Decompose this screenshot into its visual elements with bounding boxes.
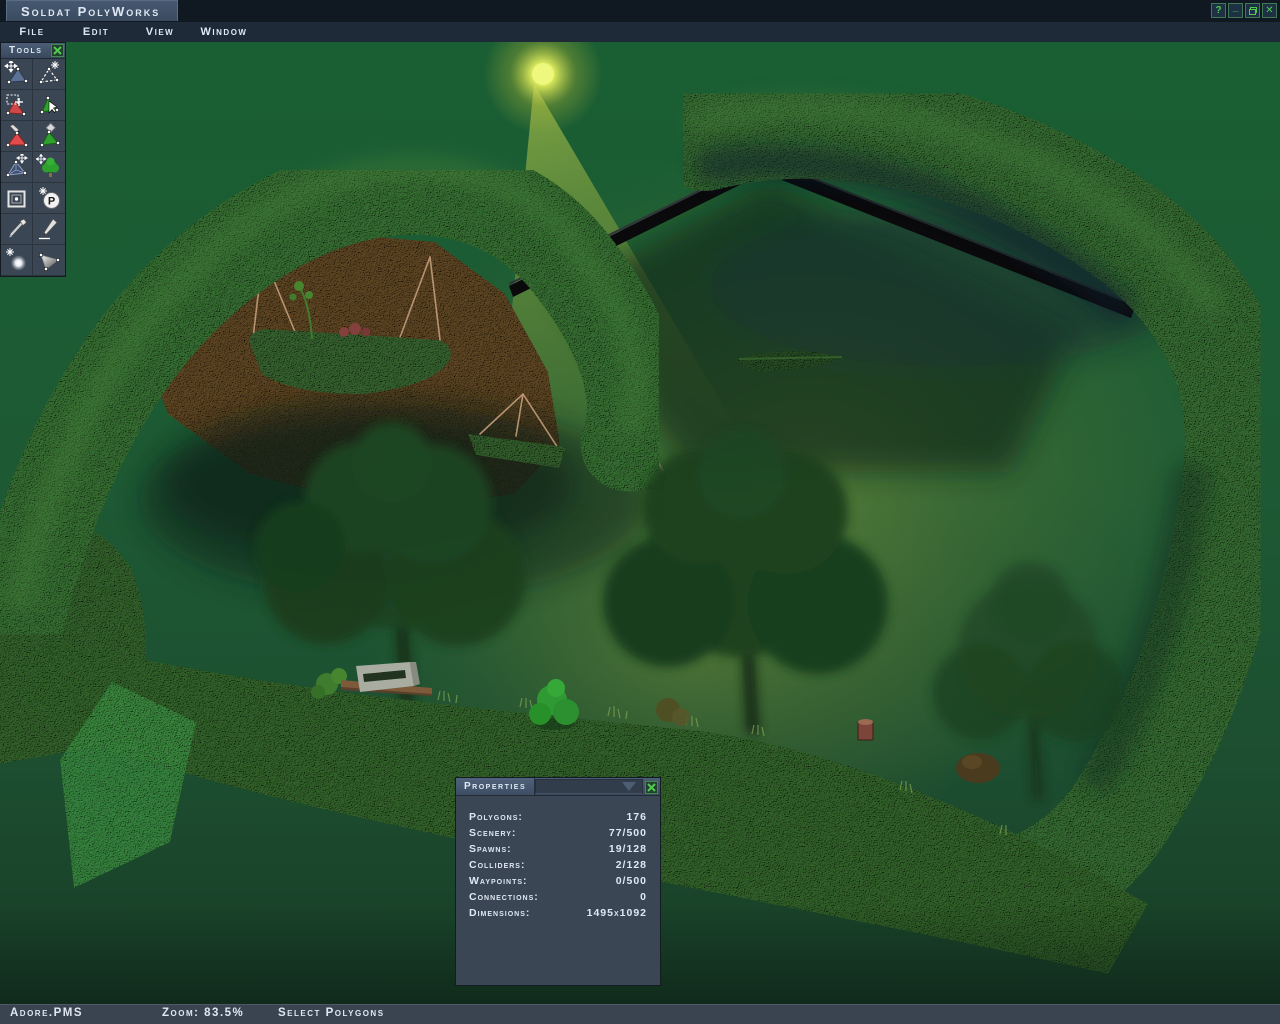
light-tool-button[interactable] xyxy=(1,245,33,276)
tools-close-button[interactable] xyxy=(51,44,64,57)
help-button[interactable]: ? xyxy=(1211,3,1226,18)
move-tool-icon xyxy=(36,92,62,118)
property-value: 0/500 xyxy=(616,873,647,889)
property-label: Scenery: xyxy=(469,825,516,841)
properties-body: Polygons: 176 Scenery: 77/500 Spawns: 19… xyxy=(456,796,660,921)
close-icon xyxy=(647,783,656,792)
transform-tool-button[interactable] xyxy=(1,59,33,90)
barrel xyxy=(858,719,873,740)
plant xyxy=(311,685,325,699)
texture-polygon-tool-button[interactable] xyxy=(33,121,65,152)
svg-text:P: P xyxy=(48,196,55,208)
properties-titlebar[interactable]: Properties xyxy=(456,778,660,796)
tools-palette-title: Tools xyxy=(1,43,50,58)
menu-file[interactable]: File xyxy=(0,22,64,42)
polyworks-window: Soldat PolyWorks ? _ ✕ File Edit View Wi… xyxy=(0,0,1280,1024)
rollup-icon[interactable] xyxy=(622,782,636,791)
transform-tool-icon xyxy=(4,61,30,87)
create-polygon-tool-icon xyxy=(4,123,30,149)
properties-title-strip xyxy=(535,779,643,794)
move-tool-button[interactable] xyxy=(33,90,65,121)
property-label: Spawns: xyxy=(469,841,512,857)
property-label: Connections: xyxy=(469,889,539,905)
pencil-tool-button[interactable] xyxy=(33,214,65,245)
map-canvas[interactable]: Tools xyxy=(0,42,1280,1004)
depth-map-tool-button[interactable] xyxy=(1,152,33,183)
window-controls: ? _ ✕ xyxy=(1211,3,1277,18)
texture-polygon-tool-icon xyxy=(36,123,62,149)
menu-view[interactable]: View xyxy=(128,22,192,42)
minimize-button[interactable]: _ xyxy=(1228,3,1243,18)
restore-button[interactable] xyxy=(1245,3,1260,18)
restore-icon xyxy=(1249,7,1257,15)
tools-grid: P xyxy=(1,59,65,276)
scenery-tool-button[interactable] xyxy=(33,152,65,183)
select-vertices-tool-icon xyxy=(36,61,62,87)
help-icon: ? xyxy=(1215,5,1221,17)
property-value: 0 xyxy=(640,889,647,905)
collider-tool-icon xyxy=(4,185,30,211)
property-label: Polygons: xyxy=(469,809,523,825)
create-polygon-tool-button[interactable] xyxy=(1,121,33,152)
minimize-icon: _ xyxy=(1233,2,1239,14)
tools-palette: Tools xyxy=(0,42,66,277)
scenery-tool-icon xyxy=(36,154,62,180)
select-vertices-tool-button[interactable] xyxy=(33,59,65,90)
window-titlebar: Soldat PolyWorks ? _ ✕ xyxy=(0,0,1280,22)
property-label: Dimensions: xyxy=(469,905,530,921)
status-bar: Adore.PMS Zoom: 83.5% Select Polygons xyxy=(0,1004,1280,1024)
spawn-point-tool-button[interactable]: P xyxy=(33,183,65,214)
status-tool-mode: Select Polygons xyxy=(278,1007,385,1019)
status-zoom-level: Zoom: 83.5% xyxy=(162,1007,244,1019)
property-value: 77/500 xyxy=(609,825,647,841)
window-title: Soldat PolyWorks xyxy=(6,0,178,21)
property-label: Colliders: xyxy=(469,857,525,873)
property-value: 176 xyxy=(626,809,647,825)
close-button[interactable]: ✕ xyxy=(1262,3,1277,18)
menu-edit[interactable]: Edit xyxy=(64,22,128,42)
property-row-waypoints: Waypoints: 0/500 xyxy=(456,873,660,889)
depth-map-tool-icon xyxy=(4,154,30,180)
property-row-polygons: Polygons: 176 xyxy=(456,809,660,825)
menu-window[interactable]: Window xyxy=(192,22,256,42)
property-row-connections: Connections: 0 xyxy=(456,889,660,905)
tools-palette-titlebar[interactable]: Tools xyxy=(1,43,65,59)
property-value: 2/128 xyxy=(616,857,647,873)
color-picker-tool-button[interactable] xyxy=(1,214,33,245)
bush-brown xyxy=(672,708,690,726)
light-tool-icon xyxy=(4,247,30,273)
pencil-tool-icon xyxy=(36,216,62,242)
properties-close-button[interactable] xyxy=(645,781,658,794)
status-file-name: Adore.PMS xyxy=(10,1007,83,1019)
menu-bar: File Edit View Window xyxy=(0,22,1280,42)
properties-title: Properties xyxy=(456,778,535,795)
color-picker-tool-icon xyxy=(4,216,30,242)
property-row-dimensions: Dimensions: 1495x1092 xyxy=(456,905,660,921)
shade-tool-icon xyxy=(36,247,62,273)
property-label: Waypoints: xyxy=(469,873,528,889)
property-row-spawns: Spawns: 19/128 xyxy=(456,841,660,857)
close-icon xyxy=(53,46,62,55)
property-value: 19/128 xyxy=(609,841,647,857)
property-row-scenery: Scenery: 77/500 xyxy=(456,825,660,841)
rock xyxy=(962,755,982,769)
selection-tool-button[interactable] xyxy=(1,90,33,121)
close-icon: ✕ xyxy=(1265,5,1273,17)
spawn-point-tool-icon: P xyxy=(36,185,62,211)
shade-tool-button[interactable] xyxy=(33,245,65,276)
properties-panel: Properties Polygons: 176 Scenery: xyxy=(455,777,661,986)
property-value: 1495x1092 xyxy=(587,905,647,921)
property-row-colliders: Colliders: 2/128 xyxy=(456,857,660,873)
selection-tool-icon xyxy=(4,92,30,118)
collider-tool-button[interactable] xyxy=(1,183,33,214)
